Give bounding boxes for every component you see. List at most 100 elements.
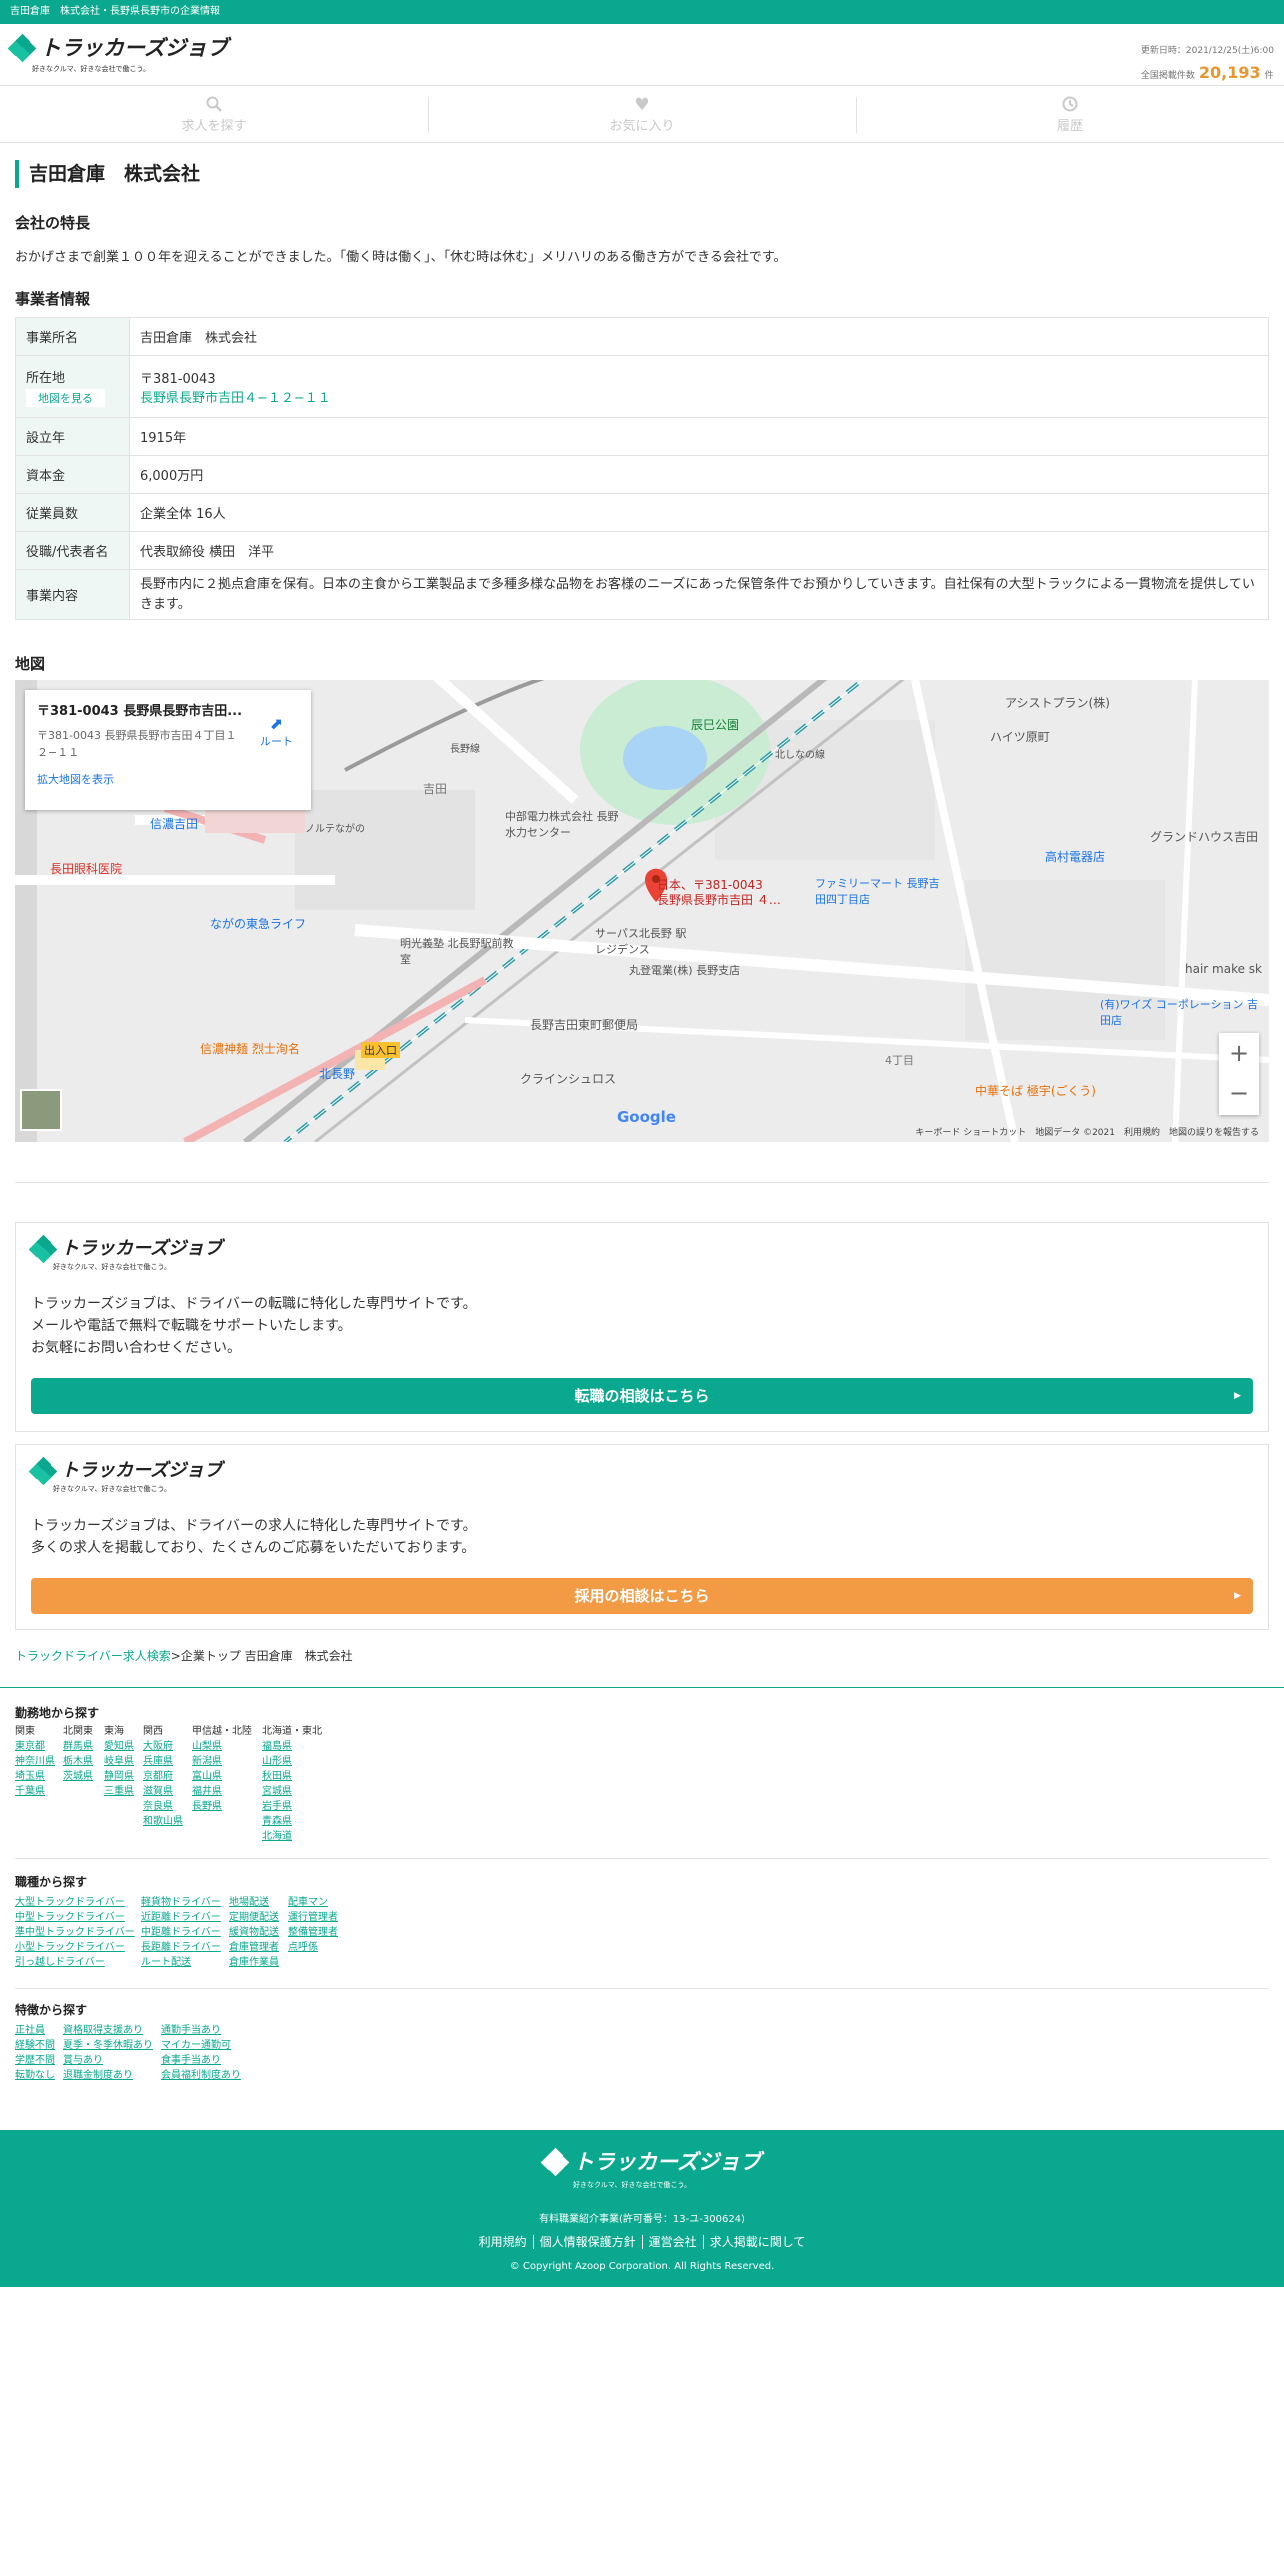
area-link[interactable]: 東京都 [15, 1739, 55, 1754]
nav-history[interactable]: 履歴 [856, 87, 1284, 142]
map-place-label: ノルテながの [305, 824, 365, 835]
feature-link[interactable]: 退職金制度あり [63, 2068, 153, 2083]
row-label: 従業員数 [15, 493, 130, 532]
job-link[interactable]: 倉庫管理者 [229, 1940, 279, 1955]
row-label: 設立年 [15, 417, 130, 456]
map-pin-label: 日本、〒381-0043 長野県長野市吉田 ４… [657, 878, 781, 908]
cta-logo: トラッカーズジョブ 好きなクルマ、好きな会社で働こう。 [28, 1234, 222, 1271]
job-link[interactable]: 運行管理者 [288, 1910, 338, 1925]
feature-link[interactable]: 資格取得支援あり [63, 2023, 153, 2038]
job-link[interactable]: 倉庫作業員 [229, 1955, 279, 1970]
area-link[interactable]: 京都府 [143, 1769, 183, 1784]
feature-link[interactable]: 学歴不問 [15, 2053, 55, 2068]
job-link[interactable]: 配車マン [288, 1895, 338, 1910]
feature-link[interactable]: 賞与あり [63, 2053, 153, 2068]
address-link[interactable]: 長野県長野市吉田４−１２−１１ [140, 391, 331, 406]
footer-link-directory: 勤務地から探す 関東 東京都 神奈川県 埼玉県 千葉県 北関東 群馬県 栃木県 … [0, 1687, 1284, 2081]
map-enlarge-link[interactable]: 拡大地図を表示 [37, 771, 299, 787]
map-route-button[interactable]: ⬈ ルート [260, 714, 293, 749]
footer-link-privacy[interactable]: 個人情報保護方針 [532, 2235, 642, 2249]
footer-link-terms[interactable]: 利用規約 [473, 2235, 533, 2249]
job-link[interactable]: 引っ越しドライバー [15, 1955, 135, 1970]
footer-logo[interactable]: トラッカーズジョブ 好きなクルマ、好きな会社で働こう。 [540, 2147, 761, 2189]
feature-link[interactable]: 夏季・冬季休暇あり [63, 2038, 153, 2053]
footer-link-company[interactable]: 運営会社 [641, 2235, 703, 2249]
job-link[interactable]: 近距離ドライバー [141, 1910, 221, 1925]
job-link[interactable]: 地場配送 [229, 1895, 279, 1910]
table-row: 設立年 1915年 [15, 417, 1269, 456]
search-icon [0, 95, 428, 115]
job-link[interactable]: 軽貨物ドライバー [141, 1895, 221, 1910]
job-link[interactable]: 整備管理者 [288, 1925, 338, 1940]
nav-search-jobs[interactable]: 求人を探す [0, 87, 428, 142]
area-link[interactable]: 兵庫県 [143, 1754, 183, 1769]
area-link[interactable]: 秋田県 [262, 1769, 322, 1784]
area-link[interactable]: 滋賀県 [143, 1784, 183, 1799]
job-link[interactable]: 定期便配送 [229, 1910, 279, 1925]
zoom-out-button[interactable]: − [1219, 1073, 1259, 1113]
area-link[interactable]: 神奈川県 [15, 1754, 55, 1769]
job-link[interactable]: 長距離ドライバー [141, 1940, 221, 1955]
area-link[interactable]: 富山県 [192, 1769, 252, 1784]
area-link[interactable]: 山梨県 [192, 1739, 252, 1754]
job-link[interactable]: 緩資物配送 [229, 1925, 279, 1940]
area-link[interactable]: 北海道 [262, 1829, 322, 1844]
nav-favorites[interactable]: ♥ お気に入り [428, 87, 856, 142]
job-link[interactable]: 中型トラックドライバー [15, 1910, 135, 1925]
heart-icon: ♥ [634, 95, 650, 115]
job-link[interactable]: 中距離ドライバー [141, 1925, 221, 1940]
area-link[interactable]: 福島県 [262, 1739, 322, 1754]
nav-label: 求人を探す [181, 119, 247, 134]
map-place-label: 長野線 [450, 744, 480, 755]
area-link[interactable]: 栃木県 [63, 1754, 93, 1769]
area-link[interactable]: 青森県 [262, 1814, 322, 1829]
feature-link[interactable]: 食事手当あり [161, 2053, 241, 2068]
area-link[interactable]: 岩手県 [262, 1799, 322, 1814]
logo-tagline: 好きなクルマ、好きな会社で働こう。 [53, 1263, 172, 1271]
map-place-label: 信濃吉田 [150, 817, 199, 831]
cta-logo: トラッカーズジョブ 好きなクルマ、好きな会社で働こう。 [28, 1456, 223, 1493]
job-link[interactable]: ルート配送 [141, 1955, 221, 1970]
area-link[interactable]: 埼玉県 [15, 1769, 55, 1784]
area-link[interactable]: 三重県 [104, 1784, 134, 1799]
area-search-heading: 勤務地から探す [15, 1706, 100, 1720]
site-logo[interactable]: トラッカーズジョブ 好きなクルマ、好きな会社で働こう。 [7, 33, 228, 73]
logo-mark-icon [28, 1456, 58, 1486]
area-link[interactable]: 静岡県 [104, 1769, 134, 1784]
feature-link[interactable]: 転勤なし [15, 2068, 55, 2083]
feature-search-section: 特徴から探す 正社員 経験不問 学歴不問 転勤なし 資格取得支援あり 夏季・冬季… [15, 2001, 1269, 2081]
map-place-label: ハイツ原町 [990, 730, 1050, 744]
area-link[interactable]: 千葉県 [15, 1784, 55, 1799]
area-link[interactable]: 茨城県 [63, 1769, 93, 1784]
job-link[interactable]: 大型トラックドライバー [15, 1895, 135, 1910]
feature-link[interactable]: 経験不問 [15, 2038, 55, 2053]
area-link[interactable]: 岐阜県 [104, 1754, 134, 1769]
job-search-heading: 職種から探す [15, 1875, 88, 1889]
career-consult-button[interactable]: 転職の相談はこちら [31, 1378, 1253, 1414]
area-link[interactable]: 長野県 [192, 1799, 252, 1814]
view-map-button[interactable]: 地図を見る [26, 388, 105, 407]
license-number: 有料職業紹介事業(許可番号：13-ユ-300624) [539, 2214, 745, 2225]
job-link[interactable]: 準中型トラックドライバー [15, 1925, 135, 1940]
feature-link[interactable]: 通勤手当あり [161, 2023, 241, 2038]
area-link[interactable]: 和歌山県 [143, 1814, 183, 1829]
area-link[interactable]: 群馬県 [63, 1739, 93, 1754]
area-link[interactable]: 新潟県 [192, 1754, 252, 1769]
area-link[interactable]: 愛知県 [104, 1739, 134, 1754]
embedded-map[interactable]: 〒381-0043 長野県長野市吉田... 〒381-0043 長野県長野市吉田… [15, 680, 1269, 1142]
hiring-consult-button[interactable]: 採用の相談はこちら [31, 1578, 1253, 1614]
area-link[interactable]: 宮城県 [262, 1784, 322, 1799]
breadcrumb-link[interactable]: トラックドライバー求人検索 [15, 1649, 171, 1663]
area-link[interactable]: 奈良県 [143, 1799, 183, 1814]
logo-text: トラッカーズジョブ [61, 1460, 223, 1481]
feature-link[interactable]: 会員福利制度あり [161, 2068, 241, 2083]
job-link[interactable]: 点呼係 [288, 1940, 338, 1955]
job-link[interactable]: 小型トラックドライバー [15, 1940, 135, 1955]
area-link[interactable]: 福井県 [192, 1784, 252, 1799]
area-link[interactable]: 大阪府 [143, 1739, 183, 1754]
feature-link[interactable]: マイカー通勤可 [161, 2038, 241, 2053]
footer-link-listing[interactable]: 求人掲載に関して [702, 2235, 812, 2249]
zoom-in-button[interactable]: + [1219, 1033, 1259, 1073]
area-link[interactable]: 山形県 [262, 1754, 322, 1769]
feature-link[interactable]: 正社員 [15, 2023, 55, 2038]
